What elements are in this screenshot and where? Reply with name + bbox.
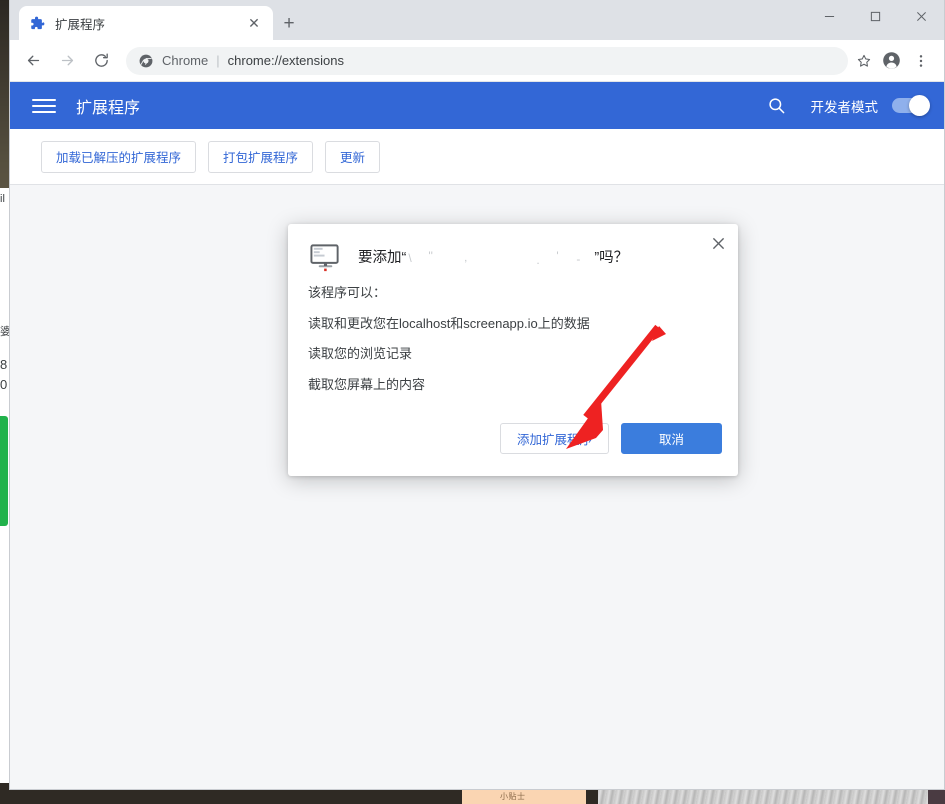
pack-extension-button[interactable]: 打包扩展程序 xyxy=(208,141,313,173)
profile-avatar-icon[interactable] xyxy=(876,46,906,76)
page-title: 扩展程序 xyxy=(76,94,765,118)
close-icon[interactable]: ✕ xyxy=(245,14,263,32)
toggle-knob xyxy=(909,95,930,116)
permissions-heading: 该程序可以： xyxy=(308,285,718,301)
hamburger-icon[interactable] xyxy=(32,94,56,118)
tab-extensions[interactable]: 扩展程序 ✕ xyxy=(19,6,273,40)
puzzle-piece-icon xyxy=(29,15,45,31)
dialog-title-prefix: 要添加“ xyxy=(358,250,406,266)
dialog-header: 要添加“ \ '' ‚ . ' - ”吗？ xyxy=(288,224,738,285)
screen: 小贴士 il 婆 8 0 扩展程序 ✕ + xyxy=(0,0,945,804)
dialog-title-suffix: ”吗？ xyxy=(594,250,628,266)
background-text-fragment: 0 xyxy=(0,377,7,392)
maximize-icon[interactable] xyxy=(852,0,898,33)
bookmark-star-icon[interactable] xyxy=(852,46,876,76)
address-bar[interactable]: Chrome | chrome://extensions xyxy=(126,47,848,75)
redacted-extension-name: \ '' ‚ . ' - xyxy=(406,250,594,264)
browser-menu-icon[interactable] xyxy=(906,46,936,76)
omnibox-separator: | xyxy=(216,53,219,68)
permission-item: 截取您屏幕上的内容 xyxy=(308,377,718,393)
add-extension-button[interactable]: 添加扩展程序 xyxy=(500,423,609,454)
monitor-screen-icon xyxy=(308,241,342,275)
permission-item: 读取您的浏览记录 xyxy=(308,346,718,362)
permission-item: 读取和更改您在localhost和screenapp.io上的数据 xyxy=(308,316,718,332)
back-icon[interactable] xyxy=(18,46,48,76)
extensions-action-toolbar: 加载已解压的扩展程序 打包扩展程序 更新 xyxy=(10,129,944,185)
background-text-fragment: il xyxy=(0,193,5,205)
dialog-body: 该程序可以： 读取和更改您在localhost和screenapp.io上的数据… xyxy=(288,285,738,411)
toolbar-right-icons xyxy=(852,46,936,76)
tab-title: 扩展程序 xyxy=(55,14,245,33)
add-extension-dialog: 要添加“ \ '' ‚ . ' - ”吗？ 该程序可以： 读取和更改您在loca… xyxy=(288,224,738,476)
background-photo-edge xyxy=(928,788,945,804)
close-window-icon[interactable] xyxy=(898,0,944,33)
search-icon[interactable] xyxy=(765,94,789,118)
developer-mode-toggle[interactable] xyxy=(892,98,928,113)
window-controls xyxy=(806,0,944,33)
reload-icon[interactable] xyxy=(86,46,116,76)
background-photo xyxy=(598,788,928,804)
extensions-header: 扩展程序 开发者模式 xyxy=(10,82,944,129)
minimize-icon[interactable] xyxy=(806,0,852,33)
extensions-page: 扩展程序 开发者模式 加载已解压的扩展程序 打包扩展程序 更新 xyxy=(10,82,944,789)
developer-mode-label: 开发者模式 xyxy=(811,96,879,116)
new-tab-button[interactable]: + xyxy=(278,12,300,34)
browser-toolbar: Chrome | chrome://extensions xyxy=(10,40,944,82)
browser-window: 扩展程序 ✕ + xyxy=(9,0,945,790)
dialog-actions: 添加扩展程序 取消 xyxy=(288,411,738,476)
tab-strip: 扩展程序 ✕ + xyxy=(10,0,944,40)
background-orange-note-text: 小贴士 xyxy=(500,791,526,802)
update-button[interactable]: 更新 xyxy=(325,141,380,173)
omnibox-scheme-chip: Chrome xyxy=(162,53,208,68)
dialog-close-icon[interactable] xyxy=(706,231,730,255)
dialog-title: 要添加“ \ '' ‚ . ' - ”吗？ xyxy=(358,249,628,268)
forward-icon[interactable] xyxy=(52,46,82,76)
cancel-button[interactable]: 取消 xyxy=(621,423,722,454)
omnibox-url: chrome://extensions xyxy=(228,53,840,68)
background-green-block xyxy=(0,416,8,526)
background-text-fragment: 8 xyxy=(0,357,7,372)
load-unpacked-button[interactable]: 加载已解压的扩展程序 xyxy=(41,141,196,173)
chrome-logo-icon xyxy=(138,53,154,69)
